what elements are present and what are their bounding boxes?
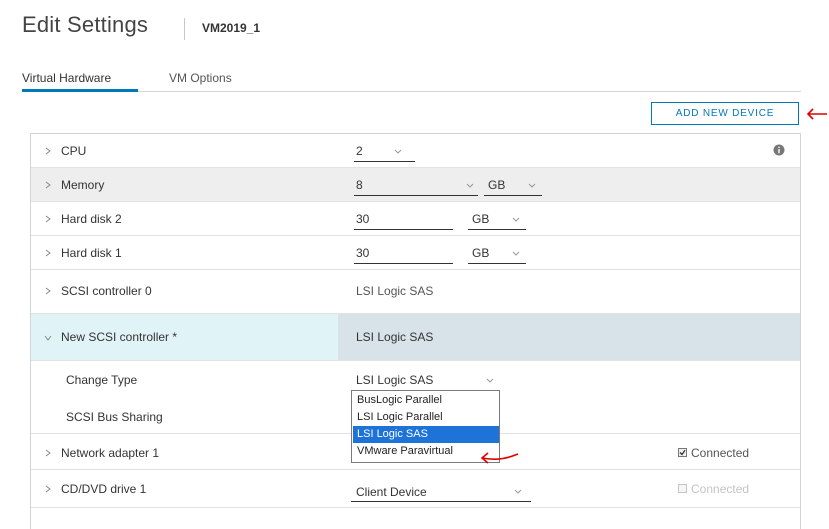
change-type-select[interactable]: LSI Logic SAS [351,369,500,391]
cd-dvd-connected-checkbox[interactable] [678,484,687,493]
vm-name: VM2019_1 [202,21,261,35]
scsi-controller-0-value: LSI Logic SAS [356,284,434,298]
chevron-down-icon [514,489,522,494]
memory-row[interactable]: Memory 8 GB [31,168,800,202]
chevron-down-icon [512,217,520,222]
memory-unit-select[interactable]: GB [484,174,542,196]
chevron-right-icon[interactable] [43,180,53,190]
hard-disk-2-size-input[interactable]: 30 [354,208,453,230]
hard-disk-2-unit-select[interactable]: GB [468,208,526,230]
network-connected-checkbox[interactable] [678,448,687,457]
chevron-right-icon[interactable] [43,484,53,494]
cd-dvd-connected-label: Connected [691,482,750,496]
chevron-down-icon [528,183,536,188]
hard-disk-2-row[interactable]: Hard disk 2 30 GB [31,202,800,236]
hard-disk-1-unit-select[interactable]: GB [468,242,526,264]
memory-value: 8 [356,178,363,192]
hard-disk-1-label: Hard disk 1 [61,246,122,260]
cpu-label: CPU [61,144,87,158]
annotation-arrow-icon [806,108,827,120]
tab-virtual-hardware[interactable]: Virtual Hardware [22,71,111,85]
tab-vm-options[interactable]: VM Options [169,71,232,85]
scsi-controller-0-label: SCSI controller 0 [61,284,152,298]
change-type-label: Change Type [66,373,138,387]
new-scsi-controller-label: New SCSI controller * [61,330,178,344]
chevron-right-icon[interactable] [43,146,53,156]
hard-disk-2-size: 30 [356,212,370,226]
cd-dvd-drive-1-label: CD/DVD drive 1 [61,482,147,496]
option-buslogic-parallel[interactable]: BusLogic Parallel [353,392,499,409]
chevron-down-icon [394,149,402,154]
chevron-right-icon[interactable] [43,248,53,258]
hardware-grid: CPU 2 Memory 8 GB Hard disk 2 30 GB Hard… [30,133,801,529]
scsi-controller-0-row[interactable]: SCSI controller 0 LSI Logic SAS [31,270,800,314]
hard-disk-2-unit: GB [472,212,490,226]
title-divider [184,18,185,40]
hard-disk-2-label: Hard disk 2 [61,212,122,226]
hard-disk-1-row[interactable]: Hard disk 1 30 GB [31,236,800,270]
cd-dvd-drive-1-row[interactable]: CD/DVD drive 1 Client Device Connected [31,470,800,508]
chevron-down-icon [512,251,520,256]
cpu-value: 2 [356,144,363,158]
network-connected-label: Connected [691,446,750,460]
hard-disk-1-unit: GB [472,246,490,260]
annotation-arrow-icon [480,452,519,464]
add-new-device-button[interactable]: ADD NEW DEVICE [651,102,799,125]
new-scsi-controller-value: LSI Logic SAS [356,330,434,344]
cd-dvd-source-select[interactable]: Client Device [351,478,531,502]
tabs-divider [22,91,801,92]
info-icon[interactable] [773,144,785,156]
option-lsi-logic-parallel[interactable]: LSI Logic Parallel [353,409,499,426]
cpu-row[interactable]: CPU 2 [31,134,800,168]
hard-disk-1-size-input[interactable]: 30 [354,242,453,264]
memory-input[interactable]: 8 [354,174,478,196]
chevron-down-icon[interactable] [43,333,53,343]
cpu-select[interactable]: 2 [354,140,415,162]
new-scsi-controller-row[interactable]: New SCSI controller * LSI Logic SAS [31,314,800,361]
memory-unit: GB [488,178,506,192]
memory-label: Memory [61,178,105,192]
check-icon [679,449,686,456]
scsi-bus-sharing-label: SCSI Bus Sharing [66,410,163,424]
chevron-down-icon [466,183,474,188]
option-lsi-logic-sas[interactable]: LSI Logic SAS [353,426,499,443]
network-adapter-1-label: Network adapter 1 [61,446,160,460]
active-tab-indicator [22,89,138,92]
hard-disk-1-size: 30 [356,246,370,260]
chevron-right-icon[interactable] [43,286,53,296]
chevron-down-icon [486,378,494,383]
chevron-right-icon[interactable] [43,448,53,458]
chevron-right-icon[interactable] [43,214,53,224]
page-title: Edit Settings [22,12,149,37]
change-type-value: LSI Logic SAS [356,373,434,387]
cd-dvd-source-value: Client Device [356,485,427,499]
